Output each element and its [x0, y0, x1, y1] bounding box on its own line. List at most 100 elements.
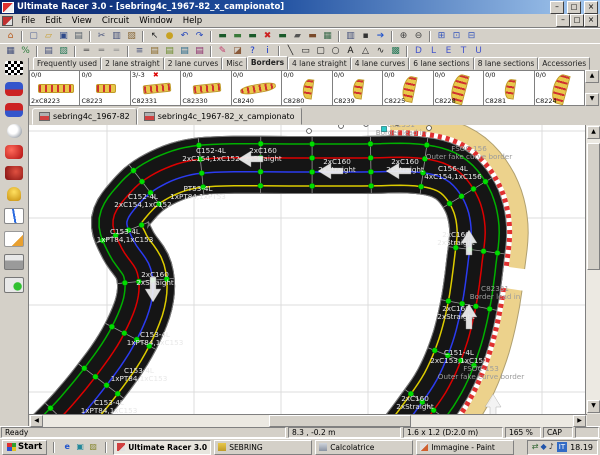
mdi-restore-button[interactable]: ▢ — [570, 14, 584, 27]
race-car-red-icon[interactable] — [5, 103, 23, 117]
selection-handle[interactable] — [307, 129, 312, 134]
palette-tab-frequently-used[interactable]: Frequently used — [33, 57, 101, 70]
slot-node[interactable] — [309, 141, 314, 146]
print-button[interactable]: ▤ — [71, 30, 86, 43]
tray-antivirus-icon[interactable]: ◆ — [540, 441, 546, 453]
border-style-1-button[interactable]: ═ — [79, 45, 94, 58]
scroll-left-icon[interactable]: ◀ — [30, 415, 43, 427]
menu-edit[interactable]: Edit — [40, 16, 66, 26]
selection-rotate-handle[interactable] — [382, 127, 387, 132]
language-indicator[interactable]: IT — [557, 442, 567, 452]
snapshot-button[interactable]: ▪ — [358, 30, 373, 43]
scroll-up-icon[interactable]: ▲ — [587, 126, 600, 139]
palette-scrollbar[interactable]: ▲ ▼ — [585, 70, 599, 106]
palette-item-C8240[interactable]: 0/0C8240 — [231, 70, 282, 106]
slot-node[interactable] — [48, 405, 53, 410]
text-tool[interactable]: A — [343, 45, 358, 58]
section-shape-u-button[interactable]: U — [471, 45, 486, 58]
select-tool[interactable]: ↖ — [147, 30, 162, 43]
statistics-icon[interactable] — [4, 208, 24, 224]
section-shape-l-button[interactable]: L — [426, 45, 441, 58]
palette-item-C82330[interactable]: 0/0C82330 — [180, 70, 231, 106]
rotate-piece-button[interactable]: ▬ — [275, 30, 290, 43]
slot-node[interactable] — [446, 298, 451, 303]
selection-handle[interactable] — [339, 125, 344, 128]
home-button[interactable]: ⌂ — [3, 30, 18, 43]
slot-node[interactable] — [368, 183, 373, 188]
slot-node[interactable] — [93, 374, 98, 379]
slot-node[interactable] — [109, 324, 114, 329]
quick-launch-desktop-icon[interactable]: ▣ — [74, 441, 86, 453]
slot-node[interactable] — [309, 183, 314, 188]
slot-node[interactable] — [473, 304, 478, 309]
restore-button[interactable]: ▢ — [567, 1, 581, 14]
zoom-in-button[interactable]: ⊕ — [396, 30, 411, 43]
mdi-minimize-button[interactable]: – — [556, 14, 570, 27]
slot-node[interactable] — [368, 155, 373, 160]
ellipse-tool[interactable]: ○ — [328, 45, 343, 58]
border-style-2-button[interactable]: ═ — [94, 45, 109, 58]
palette-tab-borders[interactable]: Borders — [247, 56, 288, 70]
horizontal-scroll-thumb[interactable] — [269, 415, 411, 427]
palette-tab-4-lane-straight[interactable]: 4 lane straight — [288, 57, 351, 70]
palette-item-C8281[interactable]: 0/0C8281 — [483, 70, 534, 106]
slot-node[interactable] — [122, 330, 127, 335]
measure-button[interactable]: ▦ — [320, 30, 335, 43]
menu-window[interactable]: Window — [134, 16, 178, 26]
slot-node[interactable] — [131, 168, 136, 173]
palette-item-C8228[interactable]: 0/0C8228 — [433, 70, 484, 106]
join-piece-button[interactable]: ▬ — [305, 30, 320, 43]
quick-launch-mail-icon[interactable]: ▨ — [87, 441, 99, 453]
slot-node[interactable] — [199, 170, 204, 175]
selection-handle[interactable] — [364, 125, 369, 126]
slot-node[interactable] — [418, 184, 423, 189]
document-tab-sebring4c_1967-82[interactable]: sebring4c_1967-82 — [32, 108, 137, 125]
layer-3-button[interactable]: ▤ — [177, 45, 192, 58]
palette-item-2xC8223[interactable]: 0/02xC8223 — [29, 70, 80, 106]
palette-item-C8280[interactable]: 0/0C8280 — [281, 70, 332, 106]
menu-circuit[interactable]: Circuit — [97, 16, 134, 26]
start-button[interactable]: Start — [2, 440, 47, 455]
tray-volume-icon[interactable]: ♪ — [549, 441, 554, 453]
palette-tab-accessories[interactable]: Accessories — [538, 57, 590, 70]
paint-button[interactable]: ✎ — [215, 45, 230, 58]
notes-icon[interactable] — [4, 231, 24, 247]
save-button[interactable]: ▣ — [56, 30, 71, 43]
curve-tool[interactable]: ∿ — [373, 45, 388, 58]
export-view-button[interactable]: ➔ — [373, 30, 388, 43]
slot-node[interactable] — [258, 169, 263, 174]
cut-button[interactable]: ✂ — [94, 30, 109, 43]
new-button[interactable]: ▢ — [26, 30, 41, 43]
eraser-button[interactable]: ◪ — [230, 45, 245, 58]
layer-1-button[interactable]: ▤ — [147, 45, 162, 58]
paste-button[interactable]: ▧ — [124, 30, 139, 43]
menu-help[interactable]: Help — [178, 16, 207, 26]
palette-tab-4-lane-curves[interactable]: 4 lane curves — [351, 57, 410, 70]
palette-scroll-down-icon[interactable]: ▼ — [585, 93, 599, 106]
polygon-tool[interactable]: △ — [358, 45, 373, 58]
zoom-selection-button[interactable]: ⊡ — [449, 30, 464, 43]
slot-node[interactable] — [483, 179, 488, 184]
roundrect-tool[interactable]: ▢ — [313, 45, 328, 58]
palette-tab-2-lane-straight[interactable]: 2 lane straight — [101, 57, 164, 70]
scroll-down-icon[interactable]: ▼ — [587, 400, 600, 413]
palette-item-C8225[interactable]: 0/0C8225 — [382, 70, 433, 106]
insert-straight-button[interactable]: ▬ — [215, 30, 230, 43]
picture-tool[interactable]: ▩ — [388, 45, 403, 58]
palette-tab-misc[interactable]: Misc — [222, 57, 247, 70]
layer-2-button[interactable]: ▤ — [162, 45, 177, 58]
palette-tab-6-lane-sections[interactable]: 6 lane sections — [409, 57, 474, 70]
trophy-icon[interactable] — [7, 187, 21, 201]
taskbar-button-ultimate-racer-3-0-s-[interactable]: Ultimate Racer 3.0 - [s... — [113, 440, 211, 455]
palette-item-C82331[interactable]: 3/-3✖C82331 — [130, 70, 181, 106]
slot-node[interactable] — [115, 391, 120, 396]
slot-node[interactable] — [258, 183, 263, 188]
slot-node[interactable] — [368, 169, 373, 174]
selection-handle[interactable] — [427, 126, 432, 131]
open-button[interactable]: ▱ — [41, 30, 56, 43]
slot-node[interactable] — [139, 179, 144, 184]
palette-item-C8223[interactable]: 0/0C8223 — [79, 70, 130, 106]
slot-node[interactable] — [495, 250, 500, 255]
slot-node[interactable] — [447, 201, 452, 206]
document-tab-sebring4c_1967-82_x_campionato[interactable]: sebring4c_1967-82_x_campionato — [137, 107, 302, 125]
